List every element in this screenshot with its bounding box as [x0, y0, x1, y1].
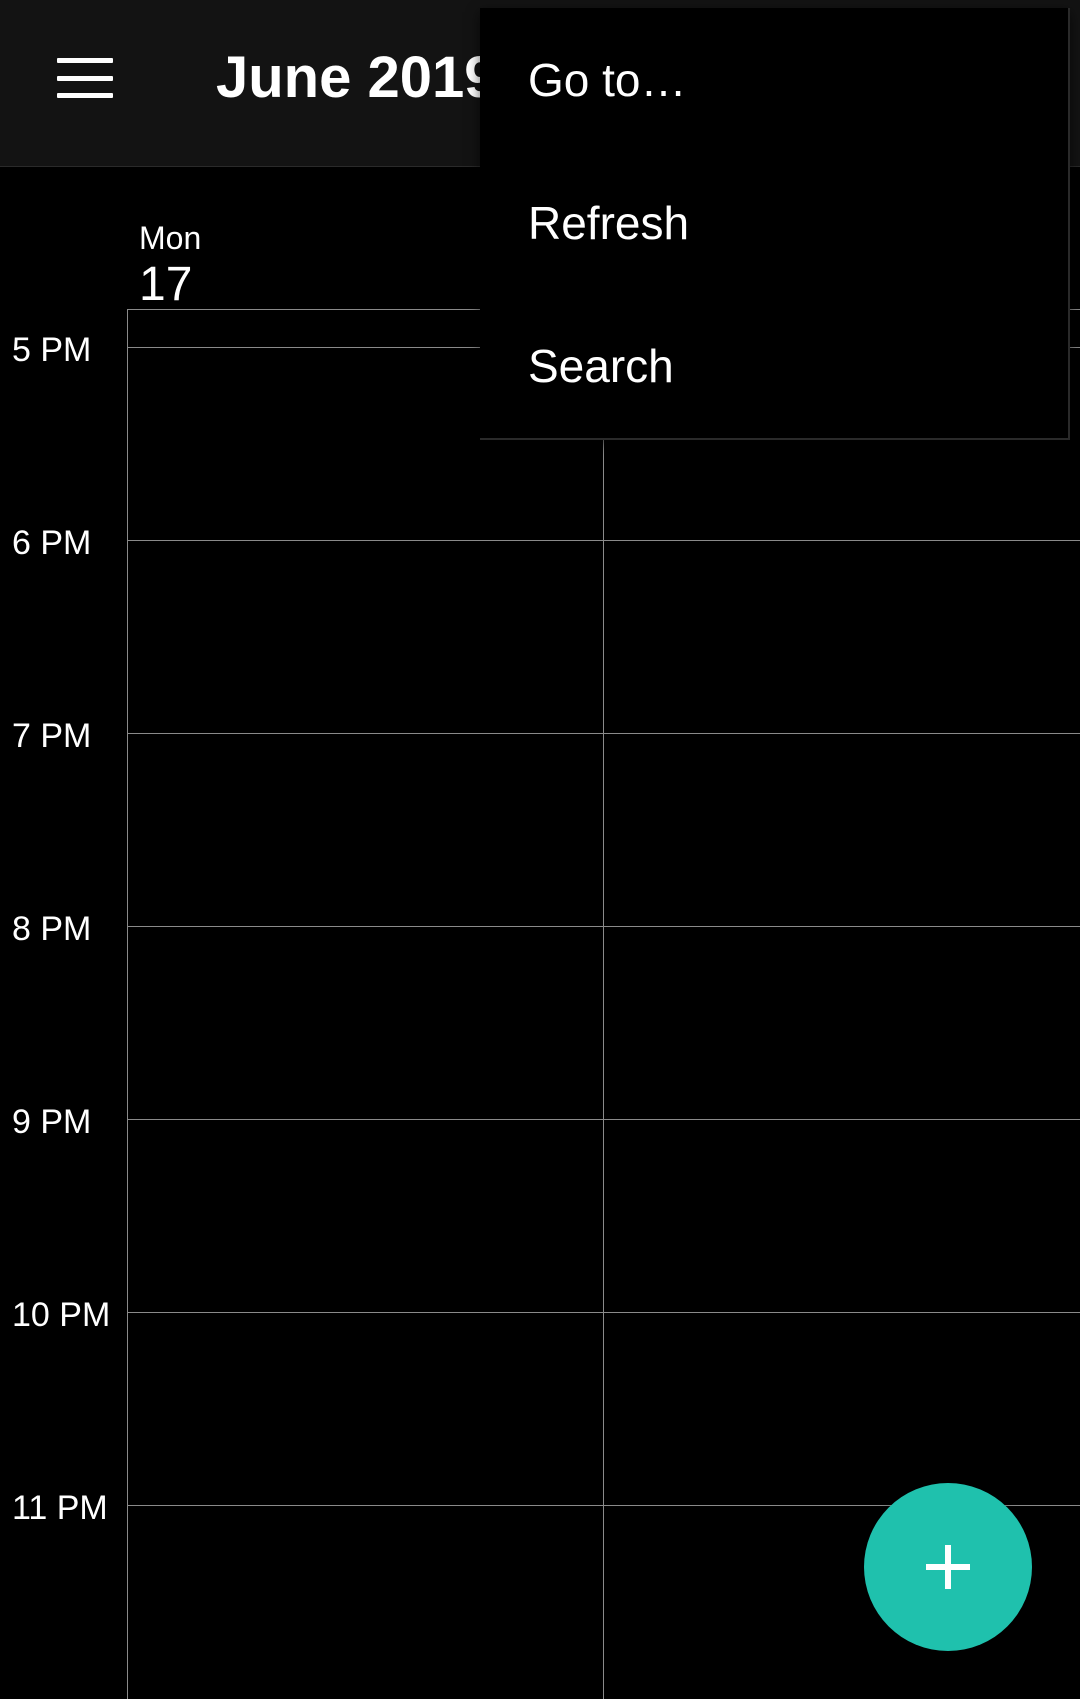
- month-title[interactable]: June 2019: [216, 44, 497, 111]
- hour-label: 9 PM: [12, 1103, 92, 1141]
- menu-item-refresh[interactable]: Refresh: [480, 151, 1068, 294]
- day-column-divider: [603, 310, 604, 1699]
- hamburger-menu-icon: [57, 58, 113, 98]
- hour-line: [128, 540, 1080, 541]
- add-event-button[interactable]: [864, 1483, 1032, 1651]
- hour-label: 6 PM: [12, 524, 92, 562]
- day-number: 17: [139, 258, 193, 311]
- day-header[interactable]: Mon 17: [139, 218, 201, 312]
- day-name: Mon: [139, 220, 202, 256]
- hour-label: 7 PM: [12, 717, 92, 755]
- hour-line: [128, 733, 1080, 734]
- hour-label: 8 PM: [12, 910, 92, 948]
- overflow-menu: Go to… Refresh Search: [480, 8, 1070, 440]
- hour-line: [128, 926, 1080, 927]
- menu-item-search[interactable]: Search: [480, 294, 1068, 437]
- menu-button[interactable]: [40, 38, 130, 118]
- hour-line: [128, 1312, 1080, 1313]
- hour-line: [128, 1119, 1080, 1120]
- menu-item-go-to[interactable]: Go to…: [480, 8, 1068, 151]
- hour-label: 11 PM: [12, 1489, 108, 1527]
- hour-label: 10 PM: [12, 1296, 111, 1334]
- hour-label: 5 PM: [12, 331, 92, 369]
